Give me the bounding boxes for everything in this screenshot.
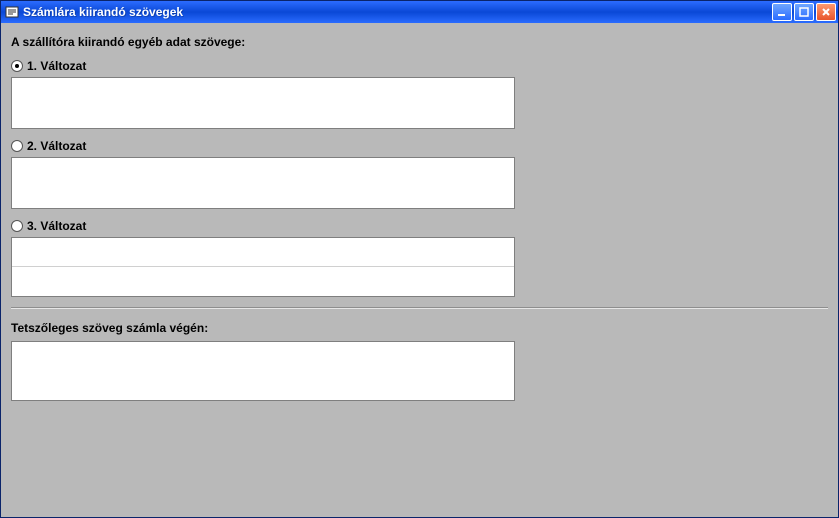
section-divider xyxy=(11,307,828,309)
variant-1-radio[interactable] xyxy=(11,60,23,72)
variant-3-label: 3. Változat xyxy=(27,219,86,233)
variant-1-row: 1. Változat xyxy=(11,59,828,73)
app-icon xyxy=(5,5,19,19)
window-title: Számlára kiirandó szövegek xyxy=(23,5,772,19)
minimize-button[interactable] xyxy=(772,3,792,21)
variant-3-radio[interactable] xyxy=(11,220,23,232)
variant-2-radio[interactable] xyxy=(11,140,23,152)
variant-1-label: 1. Változat xyxy=(27,59,86,73)
variant-2-label: 2. Változat xyxy=(27,139,86,153)
footer-textarea[interactable] xyxy=(11,341,515,401)
section-header-label: A szállítóra kiirandó egyéb adat szövege… xyxy=(11,35,828,49)
client-area: A szállítóra kiirandó egyéb adat szövege… xyxy=(1,23,838,517)
dialog-window: Számlára kiirandó szövegek A szállítóra … xyxy=(0,0,839,518)
variant-3-group xyxy=(11,237,828,297)
variant-2-textarea[interactable] xyxy=(11,157,515,209)
variant-1-textarea[interactable] xyxy=(11,77,515,129)
close-button[interactable] xyxy=(816,3,836,21)
divider-line-icon xyxy=(12,266,514,267)
footer-section-label: Tetszőleges szöveg számla végén: xyxy=(11,321,828,335)
variant-3-textarea[interactable] xyxy=(11,237,515,297)
variant-2-row: 2. Változat xyxy=(11,139,828,153)
titlebar[interactable]: Számlára kiirandó szövegek xyxy=(1,1,838,23)
variant-3-row: 3. Változat xyxy=(11,219,828,233)
maximize-button[interactable] xyxy=(794,3,814,21)
window-controls xyxy=(772,3,836,21)
